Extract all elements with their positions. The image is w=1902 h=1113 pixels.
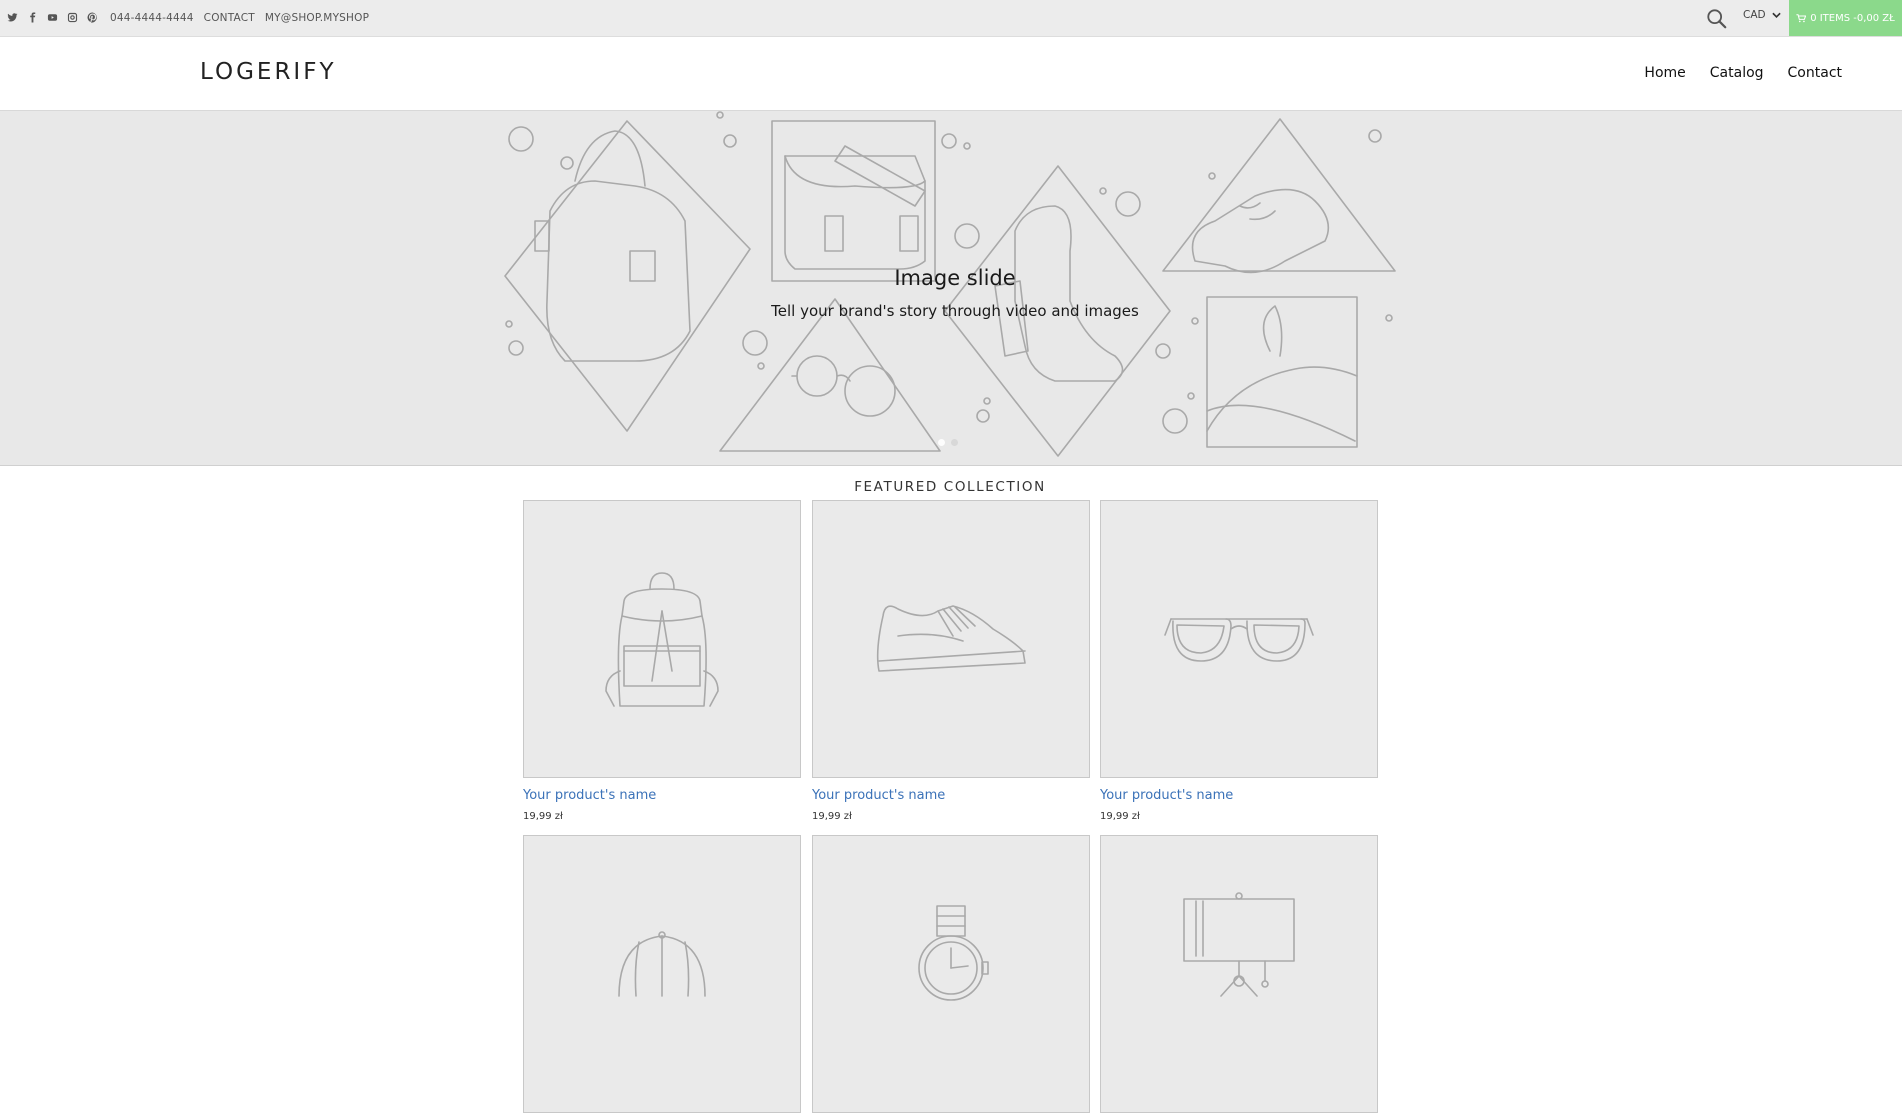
phone-number[interactable]: 044-4444-4444 — [110, 12, 194, 24]
youtube-icon[interactable] — [46, 11, 59, 24]
sunglasses-icon — [1164, 618, 1314, 662]
product-name[interactable]: Your product's name — [1100, 788, 1378, 803]
social-links — [6, 11, 99, 24]
watch-icon — [918, 905, 989, 1001]
featured-collection-title: FEATURED COLLECTION — [854, 479, 1046, 495]
backpack-icon — [605, 572, 719, 707]
product-card[interactable]: Your product's name 19,99 zł — [1100, 500, 1378, 822]
main-navigation: Home Catalog Contact — [1644, 65, 1842, 81]
product-card[interactable] — [812, 835, 1090, 1113]
product-image[interactable] — [523, 500, 801, 778]
cart-button[interactable]: 0 ITEMS -0,00 ZŁ — [1789, 0, 1902, 36]
cart-label: 0 ITEMS -0,00 ZŁ — [1810, 12, 1895, 24]
product-name[interactable]: Your product's name — [812, 788, 1090, 803]
product-price: 19,99 zł — [1100, 811, 1140, 822]
product-image[interactable] — [523, 835, 801, 1113]
product-card[interactable]: Your product's name 19,99 zł — [812, 500, 1090, 822]
site-logo[interactable]: LOGERIFY — [200, 59, 337, 85]
product-card[interactable]: Your product's name 19,99 zł — [523, 500, 801, 822]
product-price: 19,99 zł — [812, 811, 852, 822]
cart-icon — [1796, 13, 1807, 22]
slide-dot-1[interactable] — [938, 439, 945, 446]
email-link[interactable]: MY@SHOP.MYSHOP — [265, 12, 369, 24]
slide-dots — [938, 439, 958, 446]
currency-select[interactable]: CAD — [1743, 9, 1781, 21]
top-bar: 044-4444-4444 CONTACT MY@SHOP.MYSHOP CAD… — [0, 0, 1902, 37]
product-card[interactable] — [523, 835, 801, 1113]
slide-dot-2[interactable] — [951, 439, 958, 446]
hero-subtitle: Tell your brand's story through video an… — [771, 302, 1139, 320]
product-price: 19,99 zł — [523, 811, 563, 822]
product-image[interactable] — [812, 500, 1090, 778]
currency-value: CAD — [1743, 9, 1766, 21]
contact-link[interactable]: CONTACT — [204, 12, 255, 24]
hero-slideshow[interactable]: Image slide Tell your brand's story thro… — [0, 111, 1902, 466]
search-icon[interactable] — [1706, 8, 1728, 30]
hero-title: Image slide — [894, 266, 1016, 290]
product-image[interactable] — [1100, 835, 1378, 1113]
product-image[interactable] — [812, 835, 1090, 1113]
site-header: LOGERIFY Home Catalog Contact — [0, 37, 1902, 111]
product-name[interactable]: Your product's name — [523, 788, 801, 803]
sneaker-icon — [876, 605, 1026, 672]
chevron-down-icon — [1771, 12, 1781, 18]
nav-contact[interactable]: Contact — [1788, 65, 1842, 81]
nav-catalog[interactable]: Catalog — [1710, 65, 1764, 81]
contact-info: 044-4444-4444 CONTACT MY@SHOP.MYSHOP — [110, 12, 369, 24]
product-card[interactable] — [1100, 835, 1378, 1113]
product-image[interactable] — [1100, 500, 1378, 778]
pinterest-icon[interactable] — [86, 11, 99, 24]
instagram-icon[interactable] — [66, 11, 79, 24]
cap-icon — [618, 931, 706, 997]
twitter-icon[interactable] — [6, 11, 19, 24]
nav-home[interactable]: Home — [1644, 65, 1685, 81]
facebook-icon[interactable] — [26, 11, 39, 24]
easel-icon — [1183, 892, 1295, 997]
